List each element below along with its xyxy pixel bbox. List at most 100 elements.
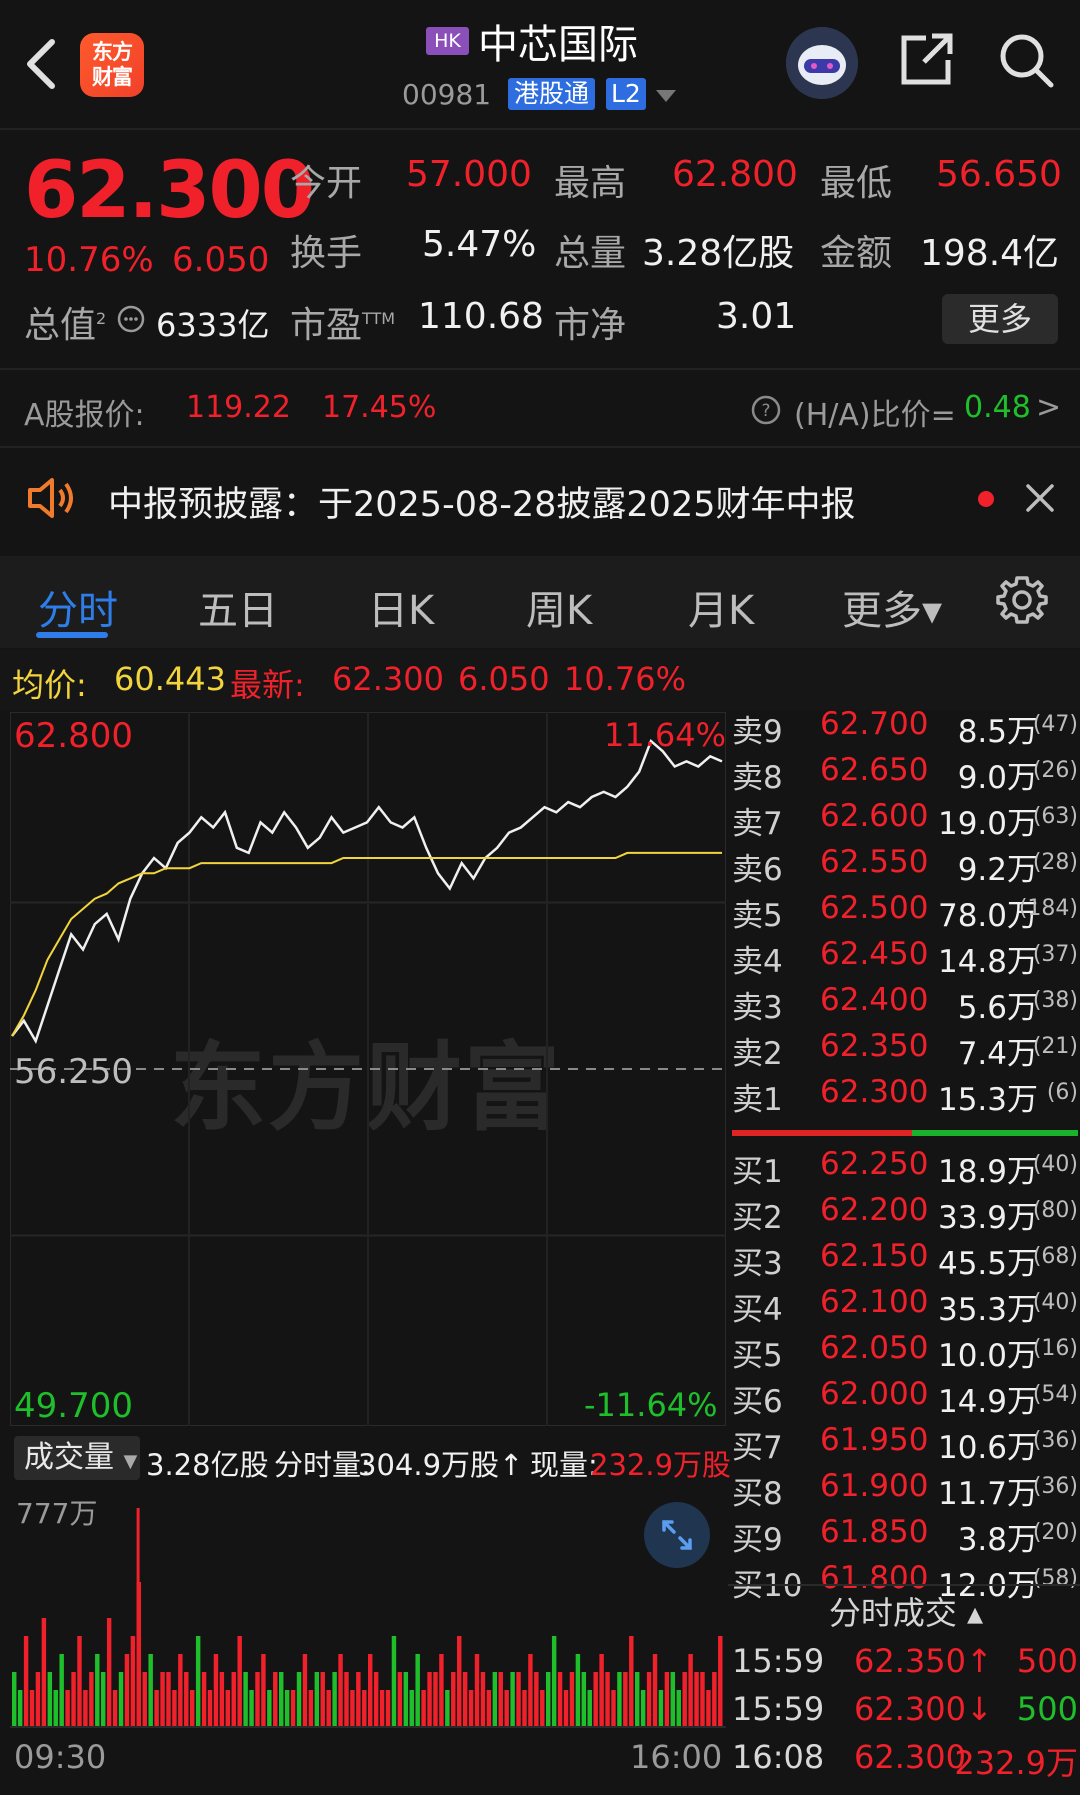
ask-level-label: 卖4 bbox=[732, 944, 783, 980]
minute-volume-value: 304.9万股↑ bbox=[358, 1448, 524, 1482]
tab-monthly-k[interactable]: 月K bbox=[688, 578, 754, 636]
bid-price: 62.200 bbox=[820, 1192, 929, 1228]
tab-weekly-k[interactable]: 周K bbox=[526, 578, 592, 636]
ask-level-label: 卖3 bbox=[732, 990, 783, 1026]
expand-button[interactable] bbox=[644, 1502, 710, 1568]
bid-price: 62.100 bbox=[820, 1284, 929, 1320]
ask-row[interactable]: 卖1 62.300 15.3万 (6) bbox=[732, 1074, 1080, 1120]
volume-bar bbox=[284, 1690, 290, 1726]
bid-order-count: (80) bbox=[1032, 1198, 1078, 1223]
bid-volume: 10.0万 bbox=[937, 1338, 1038, 1374]
bid-row[interactable]: 买3 62.150 45.5万 (68) bbox=[732, 1238, 1080, 1284]
ask-price: 62.600 bbox=[820, 798, 929, 834]
search-icon[interactable] bbox=[996, 30, 1056, 90]
ask-row[interactable]: 卖2 62.350 7.4万 (21) bbox=[732, 1028, 1080, 1074]
trades-header[interactable]: 分时成交 ▴ bbox=[732, 1588, 1080, 1638]
bid-volume: 14.9万 bbox=[937, 1384, 1038, 1420]
ask-row[interactable]: 卖7 62.600 19.0万 (63) bbox=[732, 798, 1080, 844]
bid-row[interactable]: 买8 61.900 11.7万 (36) bbox=[732, 1468, 1080, 1514]
bid-order-count: (16) bbox=[1032, 1336, 1078, 1361]
ask-row[interactable]: 卖6 62.550 9.2万 (28) bbox=[732, 844, 1080, 890]
active-tab-indicator bbox=[36, 632, 108, 638]
ask-row[interactable]: 卖9 62.700 8.5万 (47) bbox=[732, 706, 1080, 752]
connect-badge: 港股通 bbox=[508, 78, 596, 110]
volume-bar bbox=[71, 1672, 76, 1726]
volume-bar bbox=[682, 1672, 687, 1726]
question-icon[interactable]: ? bbox=[750, 394, 782, 426]
pct-axis-bottom-label: -11.64% bbox=[584, 1386, 718, 1424]
gear-icon[interactable] bbox=[994, 572, 1050, 628]
ask-price: 62.300 bbox=[820, 1074, 929, 1110]
high-label: 最高 bbox=[554, 163, 627, 204]
volume-bar bbox=[83, 1690, 88, 1726]
level2-badge: L2 bbox=[606, 78, 646, 110]
volume-bar bbox=[540, 1690, 545, 1726]
stock-name[interactable]: 中芯国际 bbox=[478, 12, 638, 70]
robot-avatar-icon[interactable] bbox=[786, 27, 858, 99]
volume-bar bbox=[468, 1690, 474, 1726]
bid-level-label: 买4 bbox=[732, 1292, 783, 1328]
ask-level-label: 卖7 bbox=[732, 806, 783, 842]
last-price-value: 62.300 bbox=[332, 660, 444, 698]
ask-order-count: (63) bbox=[1032, 804, 1078, 829]
volume-bar bbox=[433, 1672, 438, 1726]
volume-bar bbox=[534, 1672, 539, 1726]
ask-volume: 14.8万 bbox=[937, 944, 1038, 980]
avg-price-label: 均价: bbox=[12, 666, 87, 704]
chevron-down-icon[interactable] bbox=[656, 90, 676, 102]
ask-row[interactable]: 卖4 62.450 14.8万 (37) bbox=[732, 936, 1080, 982]
volume-bar bbox=[385, 1690, 391, 1726]
ask-volume: 9.0万 bbox=[957, 760, 1038, 796]
volume-bar bbox=[498, 1672, 503, 1726]
volume-bar bbox=[326, 1690, 331, 1726]
close-icon[interactable] bbox=[1024, 482, 1056, 514]
volume-bar bbox=[522, 1690, 527, 1726]
volume-bar bbox=[166, 1672, 171, 1726]
tab-five-day[interactable]: 五日 bbox=[198, 578, 278, 636]
volume-bar bbox=[95, 1654, 100, 1726]
unread-dot bbox=[978, 491, 994, 507]
chart-tabs: 分时 五日 日K 周K 月K 更多▾ bbox=[0, 556, 1080, 648]
bid-price: 61.950 bbox=[820, 1422, 929, 1458]
bid-row[interactable]: 买5 62.050 10.0万 (16) bbox=[732, 1330, 1080, 1376]
a-share-row[interactable]: A股报价: 119.22 17.45% ? (H/A)比价= 0.48 > bbox=[0, 372, 1080, 446]
volume-bar bbox=[267, 1690, 272, 1726]
volume-bar bbox=[106, 1618, 112, 1726]
ask-row[interactable]: 卖8 62.650 9.0万 (26) bbox=[732, 752, 1080, 798]
ask-row[interactable]: 卖5 62.500 78.0万 (184) bbox=[732, 890, 1080, 936]
volume-indicator-select[interactable]: 成交量 ▼ bbox=[14, 1436, 140, 1480]
bid-row[interactable]: 买9 61.850 3.8万 (20) bbox=[732, 1514, 1080, 1560]
current-volume-value: 232.9万股 bbox=[590, 1448, 732, 1482]
volume-bar bbox=[112, 1690, 118, 1726]
back-arrow-icon[interactable] bbox=[22, 36, 62, 92]
bid-row[interactable]: 买2 62.200 33.9万 (80) bbox=[732, 1192, 1080, 1238]
low-value: 56.650 bbox=[936, 154, 1062, 195]
bid-row[interactable]: 买6 62.000 14.9万 (54) bbox=[732, 1376, 1080, 1422]
volume-bar bbox=[676, 1690, 681, 1726]
tab-more[interactable]: 更多▾ bbox=[842, 578, 942, 636]
volume-max-label: 777万 bbox=[16, 1497, 98, 1530]
share-icon[interactable] bbox=[896, 30, 956, 90]
bid-row[interactable]: 买7 61.950 10.6万 (36) bbox=[732, 1422, 1080, 1468]
bid-volume: 33.9万 bbox=[937, 1200, 1038, 1236]
ask-volume: 9.2万 bbox=[957, 852, 1038, 888]
bid-order-count: (40) bbox=[1032, 1152, 1078, 1177]
volume-bar bbox=[409, 1690, 414, 1726]
volume-bar bbox=[581, 1672, 587, 1726]
volume-bar bbox=[629, 1636, 634, 1726]
volume-bar bbox=[551, 1636, 557, 1726]
volume-bar bbox=[712, 1672, 717, 1726]
ask-volume: 19.0万 bbox=[937, 806, 1038, 842]
notice-text[interactable]: 中报预披露：于2025-08-28披露2025财年中报 bbox=[108, 476, 855, 527]
tab-daily-k[interactable]: 日K bbox=[368, 578, 434, 636]
volume-bar bbox=[12, 1672, 17, 1726]
more-button[interactable]: 更多 bbox=[942, 294, 1058, 344]
info-icon[interactable] bbox=[116, 304, 146, 334]
volume-chart-svg bbox=[10, 1508, 726, 1728]
ask-level-label: 卖6 bbox=[732, 852, 783, 888]
bid-row[interactable]: 买1 62.250 18.9万 (40) bbox=[732, 1146, 1080, 1192]
trade-volume: 500 bbox=[1016, 1690, 1078, 1728]
tab-intraday[interactable]: 分时 bbox=[38, 578, 118, 636]
bid-row[interactable]: 买4 62.100 35.3万 (40) bbox=[732, 1284, 1080, 1330]
ask-row[interactable]: 卖3 62.400 5.6万 (38) bbox=[732, 982, 1080, 1028]
